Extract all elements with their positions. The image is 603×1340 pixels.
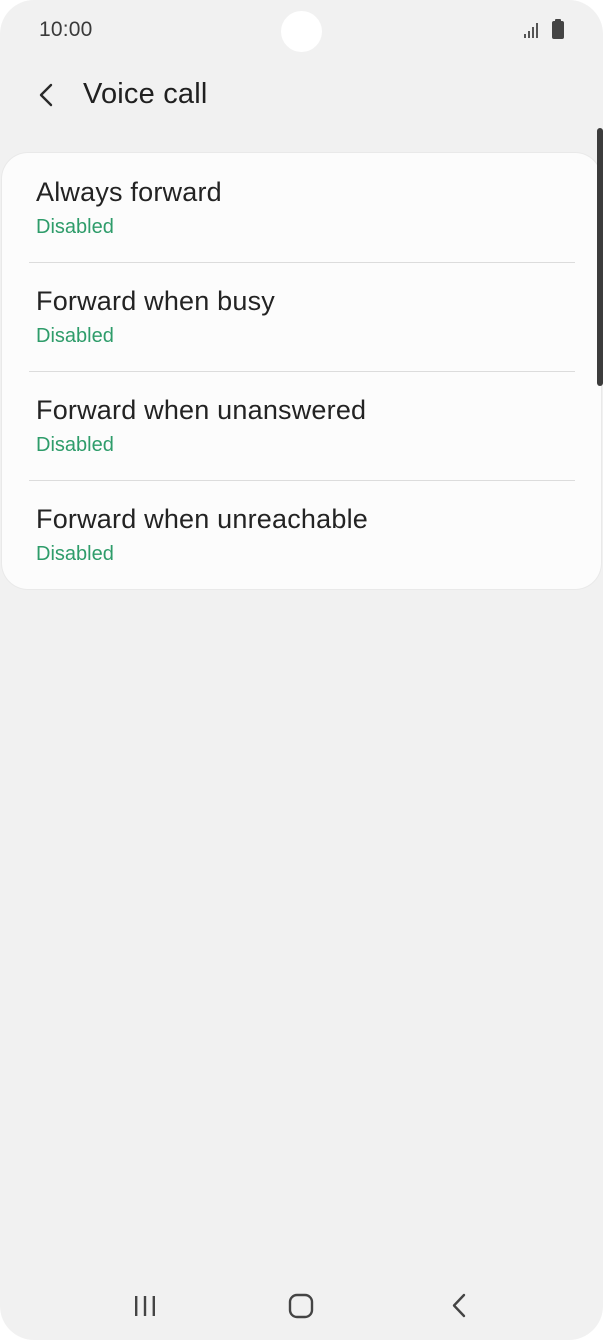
page-title: Voice call [83,78,208,110]
battery-icon [551,19,565,40]
list-item-status: Disabled [36,216,114,238]
chevron-left-icon [39,83,53,107]
scrollbar[interactable] [597,128,603,386]
recents-button[interactable] [121,1282,169,1330]
list-item-status: Disabled [36,325,114,347]
navigation-bar [0,1272,603,1340]
signal-icon [524,20,542,39]
list-item-always-forward[interactable]: Always forward Disabled [2,153,601,262]
list-item-title: Forward when unreachable [36,504,368,534]
phone-screen: 10:00 Voice call Always forward Disabled… [0,0,603,1340]
list-item-title: Forward when busy [36,286,276,316]
list-item-forward-when-unreachable[interactable]: Forward when unreachable Disabled [2,480,601,589]
call-forwarding-card: Always forward Disabled Forward when bus… [2,153,601,589]
list-item-forward-when-busy[interactable]: Forward when busy Disabled [2,262,601,371]
back-button[interactable] [26,74,68,116]
status-time: 10:00 [39,18,93,41]
recents-icon [135,1296,155,1316]
list-item-title: Always forward [36,177,222,207]
list-item-title: Forward when unanswered [36,395,367,425]
back-icon [452,1293,466,1318]
list-item-status: Disabled [36,434,114,456]
list-item-forward-when-unanswered[interactable]: Forward when unanswered Disabled [2,371,601,480]
camera-cutout [281,11,322,52]
home-icon [288,1293,314,1319]
app-header: Voice call [0,64,603,128]
list-item-status: Disabled [36,543,114,565]
home-button[interactable] [277,1282,325,1330]
nav-back-button[interactable] [435,1282,483,1330]
status-bar: 10:00 [0,0,603,60]
